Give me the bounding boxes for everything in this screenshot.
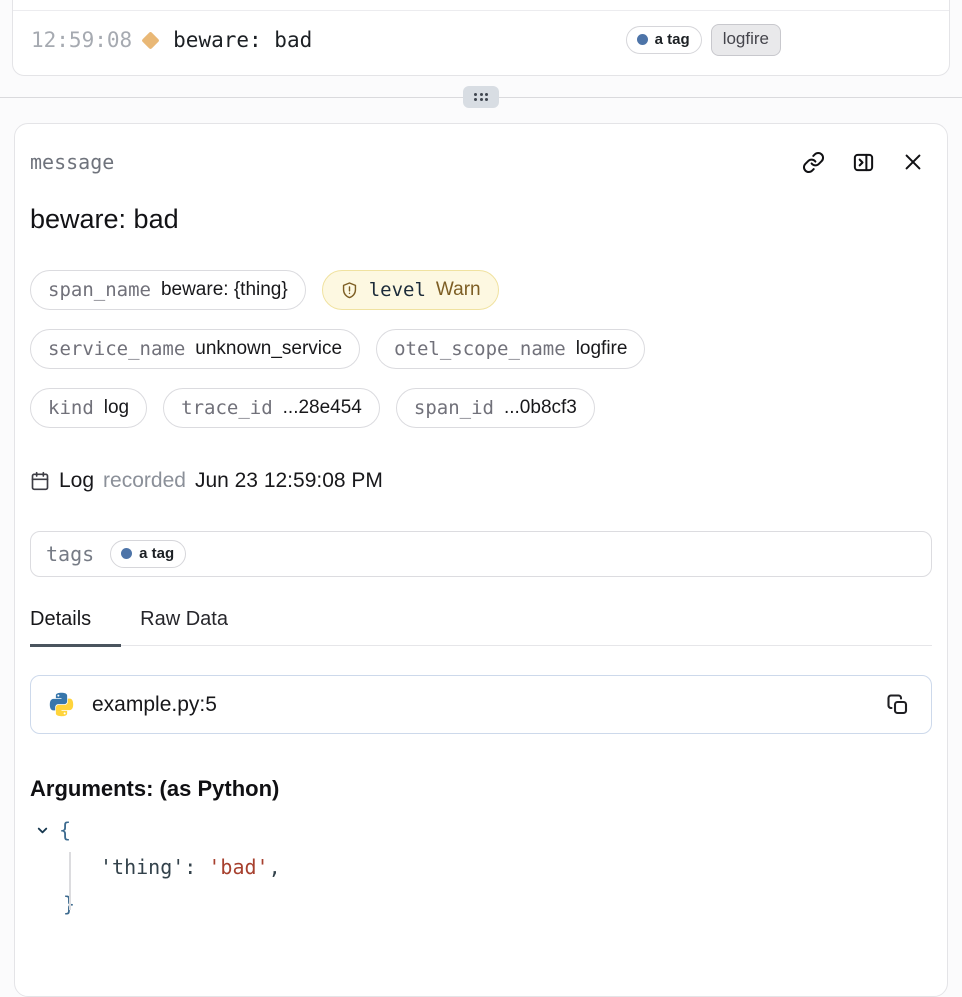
pill-key: level [369, 279, 426, 301]
pill-level[interactable]: level Warn [322, 270, 499, 310]
panel-header: message [30, 150, 932, 174]
panel-label: message [30, 150, 114, 174]
tab-details[interactable]: Details [30, 608, 121, 647]
link-icon[interactable] [802, 151, 825, 174]
code-open-brace: { [59, 818, 71, 842]
code-comma: , [269, 855, 281, 879]
log-list-card: 12:59:08 beware: bad a tag logfire [12, 0, 950, 76]
tag-dot-icon [121, 548, 132, 559]
pill-key: service_name [48, 338, 185, 360]
python-logo-icon [48, 691, 75, 718]
pill-span-name[interactable]: span_name beware: {thing} [30, 270, 306, 310]
recorded-datetime: Jun 23 12:59:08 PM [195, 469, 383, 493]
pill-row-3: kind log trace_id ...28e454 span_id ...0… [30, 388, 932, 428]
pill-span-id[interactable]: span_id ...0b8cf3 [396, 388, 595, 428]
pill-row-1: span_name beware: {thing} level Warn [30, 270, 932, 310]
tag-dot-icon [637, 34, 648, 45]
scope-badge[interactable]: logfire [711, 24, 781, 56]
code-key: 'thing': [100, 855, 196, 879]
drag-handle[interactable] [463, 86, 499, 108]
pill-value: beware: {thing} [161, 279, 288, 301]
pill-value: ...28e454 [283, 397, 362, 419]
list-card-spacer [13, 0, 949, 10]
pill-row-2: service_name unknown_service otel_scope_… [30, 329, 932, 369]
chevron-down-icon[interactable] [35, 823, 50, 838]
tag-badge-label: a tag [139, 545, 174, 562]
tag-badge[interactable]: a tag [110, 540, 186, 568]
pill-value: Warn [436, 279, 481, 301]
tag-badge[interactable]: a tag [626, 26, 702, 54]
tags-label: tags [46, 542, 94, 566]
code-line: { [30, 818, 932, 842]
calendar-icon [30, 471, 50, 491]
detail-tabs: Details Raw Data [30, 608, 932, 646]
tag-badge-label: a tag [655, 31, 690, 48]
log-row[interactable]: 12:59:08 beware: bad a tag logfire [13, 11, 949, 75]
grip-dots-icon [474, 93, 488, 102]
pill-trace-id[interactable]: trace_id ...28e454 [163, 388, 380, 428]
panel-resize-zone [0, 76, 962, 111]
open-side-panel-icon[interactable] [852, 151, 875, 174]
pill-value: log [104, 397, 129, 419]
log-message: beware: bad [173, 28, 312, 52]
source-location-box[interactable]: example.py:5 [30, 675, 932, 734]
panel-actions [802, 151, 932, 174]
arguments-code-block: { 'thing': 'bad', } [30, 818, 932, 916]
indent-guide [69, 852, 71, 910]
arguments-heading: Arguments: (as Python) [30, 776, 932, 802]
close-icon[interactable] [902, 151, 924, 173]
log-row-badges: a tag logfire [626, 24, 781, 56]
code-string-value: 'bad' [208, 855, 268, 879]
pill-kind[interactable]: kind log [30, 388, 147, 428]
diamond-icon [141, 31, 159, 49]
pill-otel-scope-name[interactable]: otel_scope_name logfire [376, 329, 645, 369]
recorded-type: Log [59, 469, 94, 493]
pill-key: span_name [48, 279, 151, 301]
pill-value: unknown_service [195, 338, 342, 360]
shield-exclamation-icon [340, 281, 359, 300]
panel-title: beware: bad [30, 204, 932, 235]
pill-service-name[interactable]: service_name unknown_service [30, 329, 360, 369]
source-location: example.py:5 [92, 693, 217, 717]
detail-panel: message beware: bad span_name beware: {t… [14, 123, 948, 997]
code-line: } [30, 892, 932, 916]
copy-icon[interactable] [886, 693, 914, 717]
tags-box: tags a tag [30, 531, 932, 577]
pill-key: trace_id [181, 397, 273, 419]
recorded-verb: recorded [103, 469, 186, 493]
attribute-pills: span_name beware: {thing} level Warn ser… [30, 270, 932, 428]
log-timestamp: 12:59:08 [31, 28, 132, 52]
pill-value: ...0b8cf3 [504, 397, 577, 419]
code-line: 'thing': 'bad', [30, 855, 932, 879]
tab-raw-data[interactable]: Raw Data [140, 608, 228, 645]
pill-key: span_id [414, 397, 494, 419]
pill-key: otel_scope_name [394, 338, 566, 360]
pill-key: kind [48, 397, 94, 419]
pill-value: logfire [576, 338, 628, 360]
recorded-row: Log recorded Jun 23 12:59:08 PM [30, 469, 932, 493]
